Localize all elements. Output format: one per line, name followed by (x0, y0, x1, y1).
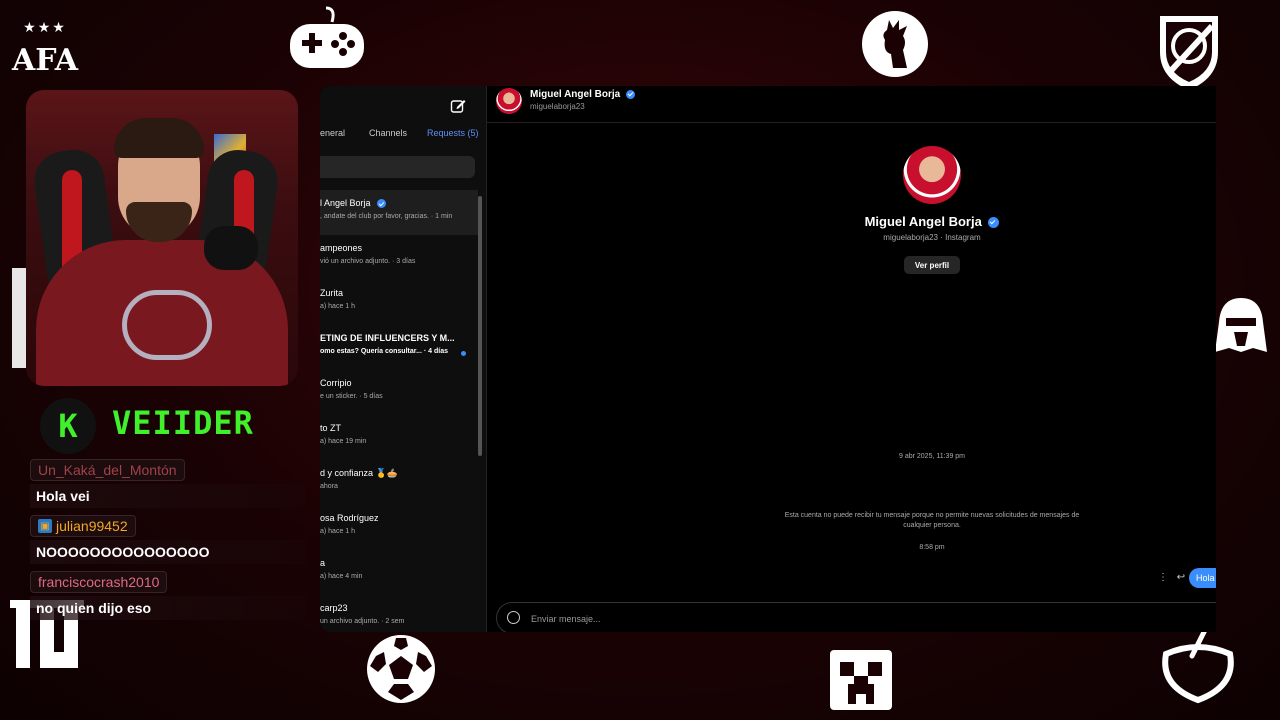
conversation-preview: a) hace 1 h (320, 528, 356, 535)
chat-message: Un_Kaká_del_Montón Hola vei (30, 459, 306, 508)
conversation-name: d y confianza 🥇🥧 (320, 468, 398, 478)
profile-subtitle: miguelaborja23 · Instagram (883, 233, 981, 242)
conversation-preview: omo estas? Quería consultar... · 4 días (320, 348, 448, 355)
conversation-name: ampeones (320, 243, 363, 253)
conversation-name: l Angel Borja (320, 198, 371, 208)
message-input[interactable] (529, 610, 1173, 628)
conversation-name: carp23 (320, 603, 348, 613)
chat-username: Un_Kaká_del_Montón (30, 459, 185, 481)
sent-message-bubble: Hola (1189, 568, 1216, 588)
search-input[interactable] (320, 156, 475, 178)
gamepad-icon (288, 6, 366, 70)
chat-username-text: franciscocrash2010 (38, 574, 160, 590)
conversation-name: to ZT (320, 423, 342, 433)
instagram-dm-window: eneral Channels Requests (5) l Angel Bor… (320, 86, 1216, 632)
reply-icon[interactable]: ↩ (1177, 572, 1185, 583)
streamer-hair (114, 118, 204, 158)
image-badge-icon: ▣ (38, 519, 52, 533)
chat-header: Miguel Angel Borja miguelaborja23 (486, 86, 1216, 123)
message-actions: ⋮ ↩ (1158, 572, 1185, 583)
streamer-beard (126, 202, 192, 242)
new-message-icon[interactable] (450, 98, 466, 114)
conversation-preview: ahora (320, 483, 338, 490)
emoji-icon[interactable] (507, 611, 520, 624)
chat-username-text: julian99452 (56, 518, 128, 534)
conversation-name: ETING DE INFLUENCERS Y M... (320, 333, 455, 343)
conversation-item[interactable]: osa Rodríguez a) hace 1 h (320, 505, 478, 550)
chat-message-text: Hola vei (30, 484, 306, 508)
chat-message-text: NOOOOOOOOOOOOOOO (30, 540, 306, 564)
conversation-preview: a) hace 19 min (320, 438, 367, 445)
microphone (204, 226, 258, 270)
conversation-list: l Angel Borja , andate del club por favo… (320, 190, 478, 632)
header-name: Miguel Angel Borja (530, 89, 621, 100)
delivery-notice: Esta cuenta no puede recibir tu mensaje … (784, 512, 1080, 529)
afa-logo: ★★★ AFA (10, 20, 80, 76)
conversation-item[interactable]: Corripio e un sticker. · 5 días (320, 370, 478, 415)
conversation-name: Zurita (320, 288, 344, 298)
profile-name-row: Miguel Angel Borja (820, 214, 1044, 229)
conversation-name: osa Rodríguez (320, 513, 379, 523)
profile-avatar (903, 146, 961, 204)
conversation-preview: , andate del club por favor, gracias. · … (320, 213, 453, 220)
conversation-item[interactable]: carp23 un archivo adjunto. · 2 sem (320, 595, 478, 632)
sweatshirt-logo (122, 290, 212, 360)
webcam-feed (26, 90, 298, 386)
stars-icon: ★★★ (23, 20, 67, 36)
conversation-sidebar: eneral Channels Requests (5) l Angel Bor… (320, 86, 487, 632)
conversation-item[interactable]: l Angel Borja , andate del club por favo… (320, 190, 478, 235)
goku-silhouette-icon (861, 10, 929, 78)
more-options-icon[interactable]: ⋮ (1158, 572, 1168, 583)
conversation-item[interactable]: Zurita a) hace 1 h (320, 280, 478, 325)
profile-name: Miguel Angel Borja (864, 214, 982, 229)
conversation-item[interactable]: d y confianza 🥇🥧 ahora (320, 460, 478, 505)
unread-dot-icon (461, 351, 466, 356)
chat-message-text: no quien dijo eso (30, 596, 306, 620)
conversation-preview: a) hace 1 h (320, 303, 356, 310)
conversation-name: a (320, 558, 326, 568)
conversation-preview: a) hace 4 min (320, 573, 363, 580)
conversation-item[interactable]: to ZT a) hace 19 min (320, 415, 478, 460)
conversation-item[interactable]: ampeones vió un archivo adjunto. · 3 día… (320, 235, 478, 280)
brand-name: VEIIDER (112, 404, 254, 442)
soccer-ball-icon (366, 634, 436, 704)
conversation-preview: e un sticker. · 5 días (320, 393, 383, 400)
view-profile-button[interactable]: Ver perfil (904, 256, 960, 274)
header-name-link[interactable]: Miguel Angel Borja (530, 89, 635, 100)
conversation-name: Corripio (320, 378, 352, 388)
verified-badge-icon (625, 89, 635, 99)
tab-requests[interactable]: Requests (5) (427, 128, 479, 138)
brand-k-logo: K (40, 398, 96, 454)
conversation-preview: vió un archivo adjunto. · 3 días (320, 258, 416, 265)
dm-tabs: eneral Channels Requests (5) (320, 128, 486, 150)
river-plate-crest-icon (1154, 12, 1224, 92)
chat-username: franciscocrash2010 (30, 571, 168, 593)
header-username: miguelaborja23 (530, 102, 585, 111)
verified-badge-icon (377, 199, 387, 209)
chat-username: ▣ julian99452 (30, 515, 136, 537)
verified-badge-icon (988, 217, 1000, 229)
chat-message: ▣ julian99452 NOOOOOOOOOOOOOOO (30, 515, 306, 564)
tab-general[interactable]: eneral (320, 128, 345, 138)
darth-vader-icon (1214, 296, 1268, 356)
message-timestamp: 9 abr 2025, 11:39 pm (898, 453, 966, 460)
conversation-item[interactable]: ETING DE INFLUENCERS Y M... omo estas? Q… (320, 325, 478, 370)
conversation-preview: un archivo adjunto. · 2 sem (320, 618, 405, 625)
afa-logo-text: AFA (11, 43, 79, 78)
tab-channels[interactable]: Channels (369, 128, 407, 138)
message-composer (496, 602, 1216, 632)
creeper-icon (830, 650, 892, 710)
chat-message: franciscocrash2010 no quien dijo eso (30, 571, 306, 620)
conversation-item[interactable]: a a) hace 4 min (320, 550, 478, 595)
message-time: 8:58 pm (919, 544, 945, 551)
chat-username-text: Un_Kaká_del_Montón (38, 462, 177, 478)
header-avatar[interactable] (496, 88, 522, 114)
conversation-scrollbar[interactable] (478, 196, 482, 456)
